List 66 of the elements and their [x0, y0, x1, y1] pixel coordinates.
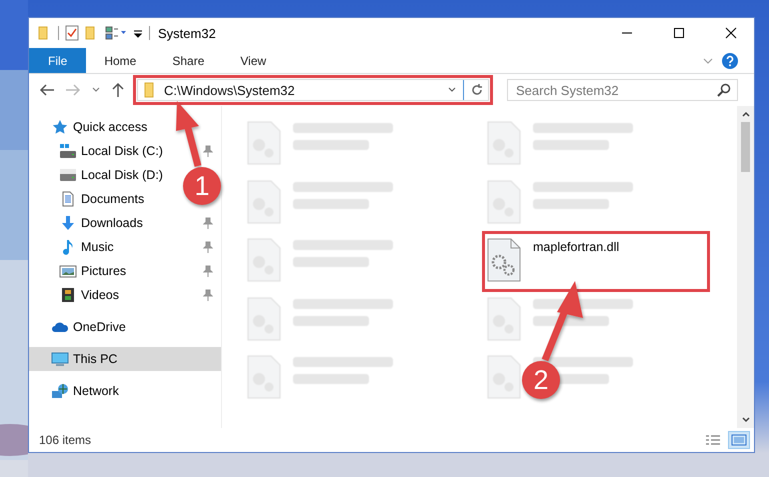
properties-icon[interactable] — [65, 25, 79, 41]
sidebar-item[interactable]: OneDrive — [29, 315, 134, 339]
sidebar-item[interactable]: Local Disk (D:) — [29, 163, 171, 187]
pin-icon — [203, 289, 213, 301]
chevron-icon[interactable] — [702, 56, 714, 66]
sidebar-label: Videos — [81, 288, 120, 302]
sidebar-item[interactable]: Network — [29, 379, 127, 403]
search-field[interactable]: Search System32 — [507, 79, 738, 101]
sidebar-item[interactable]: Downloads — [29, 211, 221, 235]
scroll-up-icon[interactable] — [740, 110, 750, 118]
sidebar-label: Downloads — [81, 216, 144, 230]
star-icon — [51, 119, 69, 135]
view-options-icon[interactable] — [105, 26, 127, 40]
sidebar-label: Quick access — [73, 120, 148, 134]
globe-icon — [51, 383, 69, 399]
pin-icon — [203, 265, 213, 277]
scroll-thumb[interactable] — [741, 122, 750, 172]
address-path: C:\Windows\System32 — [164, 82, 295, 98]
caret-icon[interactable] — [91, 86, 101, 94]
sidebar-label: This PC — [73, 352, 118, 366]
sidebar-item[interactable]: Pictures — [29, 259, 221, 283]
sidebar-label: Music — [81, 240, 115, 254]
scrollbar[interactable] — [737, 106, 754, 428]
sidebar-item[interactable]: Documents — [29, 187, 152, 211]
close-icon — [725, 27, 737, 39]
drive-icon — [59, 143, 77, 159]
down-arrow-icon — [59, 215, 77, 231]
ribbon-tab[interactable]: Share — [154, 48, 222, 73]
list-icon — [705, 434, 721, 446]
sidebar-label: Local Disk (D:) — [81, 168, 163, 182]
dropdown-icon[interactable] — [447, 86, 457, 94]
pin-icon — [203, 241, 213, 253]
ribbon-tab[interactable]: View — [222, 48, 284, 73]
up-arrow-icon[interactable] — [111, 82, 125, 98]
drive-icon — [59, 167, 77, 183]
sidebar-label: Pictures — [81, 264, 128, 278]
file-item[interactable]: maplefortran.dll — [484, 233, 708, 290]
picture-icon — [59, 263, 77, 279]
scroll-down-icon[interactable] — [740, 416, 750, 424]
sidebar-label: Network — [73, 384, 119, 398]
search-icon — [717, 83, 731, 97]
ribbon-tab[interactable]: File — [29, 48, 86, 73]
sidebar-label: Local Disk (C:) — [81, 144, 164, 158]
sidebar-label: Documents — [81, 192, 144, 206]
window-title: System32 — [158, 26, 216, 40]
gear-file-icon — [487, 238, 521, 282]
sidebar-item[interactable]: Quick access — [29, 115, 156, 139]
refresh-icon[interactable] — [470, 83, 484, 97]
pin-icon — [203, 217, 213, 229]
item-count: 106 items — [39, 433, 92, 447]
sidebar-item[interactable]: Videos — [29, 283, 221, 307]
sidebar-item[interactable]: Local Disk (C:) — [29, 139, 221, 163]
pin-icon — [203, 145, 213, 157]
sidebar-item[interactable]: This PC — [29, 347, 221, 371]
sidebar-item[interactable]: Music — [29, 235, 221, 259]
annotation-arrow — [176, 101, 202, 167]
ribbon-tab[interactable]: Home — [86, 48, 154, 73]
maximize-icon — [673, 27, 685, 39]
sidebar-label: OneDrive — [73, 320, 126, 334]
view-button[interactable] — [728, 431, 750, 449]
monitor-icon — [51, 351, 69, 367]
film-icon — [59, 287, 77, 303]
help-icon[interactable] — [722, 52, 738, 68]
file-name: maplefortran.dll — [533, 240, 620, 254]
back-arrow-icon[interactable] — [39, 83, 55, 97]
tile-icon — [731, 434, 747, 446]
